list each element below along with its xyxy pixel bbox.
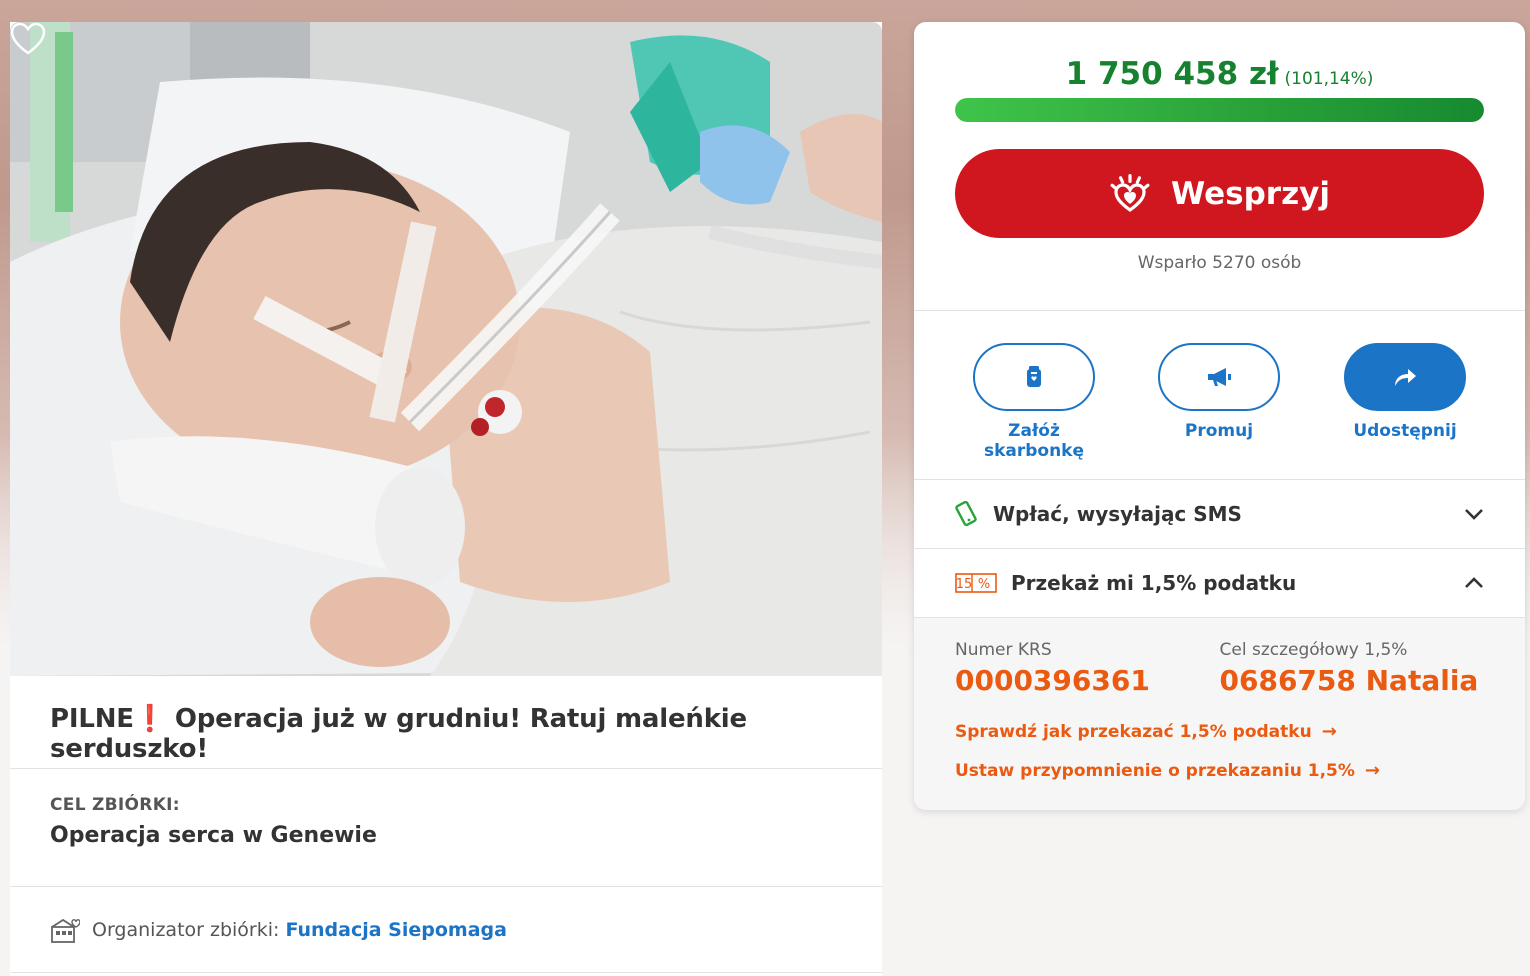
support-button-label: Wesprzyj (1171, 175, 1330, 212)
check-tax-link[interactable]: Sprawdź jak przekazać 1,5% podatku → (955, 721, 1484, 742)
piggy-bank-icon (1027, 366, 1041, 387)
krs-number-column: Numer KRS 0000396361 (955, 640, 1220, 697)
organizer-label: Organizator zbiórki: (92, 918, 280, 941)
krs-value: 0000396361 (955, 664, 1150, 697)
organizer-row: Organizator zbiórki: Fundacja Siepomaga (10, 887, 882, 973)
tax-badge-text-right: % (978, 577, 990, 592)
chevron-down-icon[interactable] (1464, 507, 1484, 521)
create-piggy-bank-button[interactable]: Załóż skarbonkę (959, 343, 1109, 461)
tax-goal-value: 0686758 Natalia (1219, 664, 1479, 697)
phone-icon (955, 501, 977, 527)
create-piggy-bank-label: Załóż skarbonkę (983, 421, 1085, 461)
organizer-icon (51, 918, 80, 943)
tax-badge-text-left: 15 (956, 577, 973, 592)
divider (914, 310, 1525, 311)
siepomaga-heart-hand-icon (1110, 173, 1150, 212)
reminder-link-label: Ustaw przypomnienie o przekazaniu 1,5% (955, 760, 1355, 781)
sms-accordion-label: Wpłać, wysyłając SMS (993, 502, 1242, 526)
goal-value: Operacja serca w Genewie (50, 823, 377, 848)
piggy-bank-pill[interactable] (973, 343, 1095, 411)
promote-label: Promuj (1184, 421, 1254, 441)
favorite-heart-icon[interactable] (10, 22, 46, 56)
reminder-link[interactable]: Ustaw przypomnienie o przekazaniu 1,5% → (955, 760, 1484, 781)
campaign-photo (10, 22, 882, 676)
krs-columns: Numer KRS 0000396361 Cel szczegółowy 1,5… (955, 618, 1484, 697)
progress-fill (955, 98, 1484, 122)
support-button[interactable]: Wesprzyj (955, 149, 1484, 238)
share-button[interactable]: Udostępnij (1330, 343, 1480, 441)
arrow-right-icon: → (1321, 721, 1337, 742)
share-pill[interactable] (1344, 343, 1466, 411)
photo-illustration (10, 22, 882, 676)
amount-row: 1 750 458 zł (101,14%) (914, 22, 1525, 98)
tax-badge-icon: 15 % (955, 573, 997, 593)
tax-accordion[interactable]: 15 % Przekaż mi 1,5% podatku (914, 549, 1525, 617)
goal-label: CEL ZBIÓRKI: (50, 795, 180, 815)
campaign-title-row: PILNE❗ Operacja już w grudniu! Ratuj mal… (10, 676, 882, 769)
progress-bar (955, 98, 1484, 122)
chevron-up-icon[interactable] (1464, 576, 1484, 590)
tax-accordion-label: Przekaż mi 1,5% podatku (1011, 571, 1297, 595)
raised-amount: 1 750 458 zł (1065, 56, 1279, 92)
campaign-goal: CEL ZBIÓRKI: Operacja serca w Genewie (10, 769, 882, 887)
arrow-right-icon: → (1364, 760, 1380, 781)
krs-label: Numer KRS (955, 640, 1052, 660)
action-buttons: Załóż skarbonkę Promuj Udostępnij (914, 343, 1525, 461)
supporters-count: Wsparło 5270 osób (1137, 253, 1302, 273)
tax-goal-column: Cel szczegółowy 1,5% 0686758 Natalia (1220, 640, 1485, 697)
organizer-link[interactable]: Fundacja Siepomaga (285, 919, 507, 941)
megaphone-icon (1208, 368, 1231, 386)
check-tax-link-label: Sprawdź jak przekazać 1,5% podatku (955, 721, 1312, 742)
tax-panel: Numer KRS 0000396361 Cel szczegółowy 1,5… (914, 618, 1525, 810)
promote-pill[interactable] (1158, 343, 1280, 411)
campaign-card: PILNE❗ Operacja już w grudniu! Ratuj mal… (10, 22, 882, 976)
share-icon (1395, 369, 1416, 386)
share-label: Udostępnij (1353, 421, 1457, 441)
tax-goal-label: Cel szczegółowy 1,5% (1219, 640, 1408, 660)
campaign-title: PILNE❗ Operacja już w grudniu! Ratuj mal… (50, 704, 747, 764)
raised-percent: (101,14%) (1284, 69, 1374, 89)
sms-accordion[interactable]: Wpłać, wysyłając SMS (914, 480, 1525, 548)
promote-button[interactable]: Promuj (1144, 343, 1294, 441)
donation-card: 1 750 458 zł (101,14%) Wesprzyj Wsparło 5… (914, 22, 1525, 810)
